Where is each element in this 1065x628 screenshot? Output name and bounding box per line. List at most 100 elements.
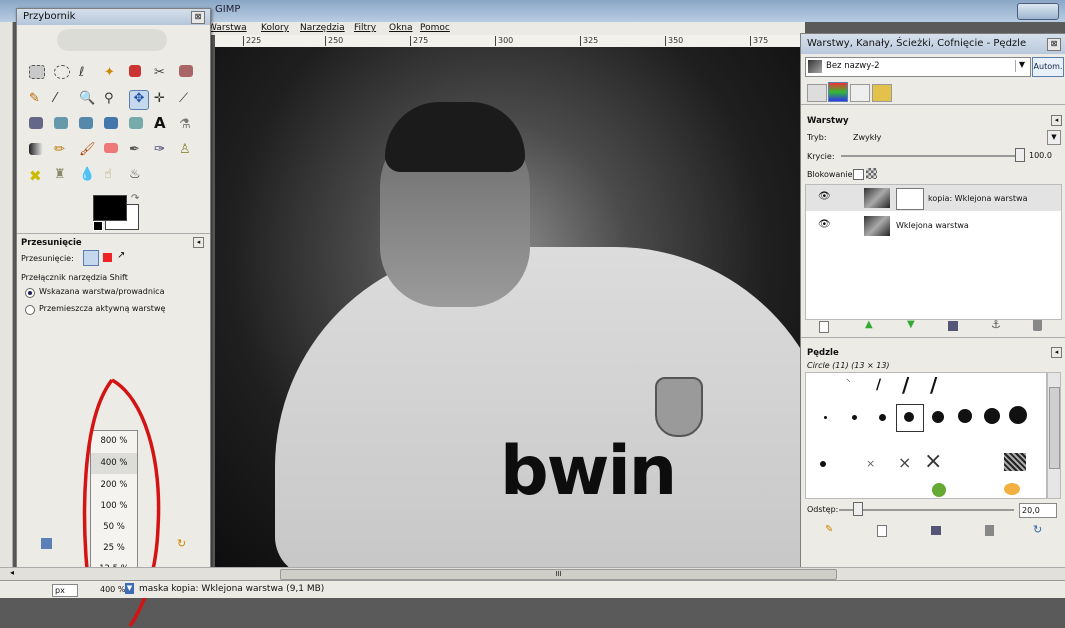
brush-preview[interactable] <box>852 415 857 420</box>
brush-preview[interactable] <box>1009 406 1027 424</box>
image-canvas[interactable]: bwin <box>215 47 805 567</box>
brush-preview[interactable]: × <box>866 457 875 470</box>
menu-filtry[interactable]: Filtry <box>354 23 376 33</box>
refresh-brushes-icon[interactable]: ↻ <box>1033 523 1042 536</box>
bucket-fill-icon[interactable]: ⚗ <box>179 117 197 135</box>
new-brush-icon[interactable] <box>877 525 887 537</box>
menu-narzedzia[interactable]: Narzędzia <box>300 23 345 33</box>
brush-preview[interactable] <box>904 412 914 422</box>
duplicate-layer-icon[interactable] <box>948 321 958 331</box>
chevron-down-icon[interactable]: ▼ <box>1047 130 1061 145</box>
crop-icon[interactable]: ⟋ <box>179 91 197 109</box>
brush-scrollbar[interactable] <box>1047 372 1061 499</box>
foreground-color-swatch[interactable] <box>93 195 127 221</box>
move-selection-mode-icon[interactable] <box>103 253 112 262</box>
flip-icon[interactable] <box>129 117 143 129</box>
radio-active-layer[interactable] <box>25 305 35 315</box>
eye-icon[interactable]: 👁 <box>818 191 831 202</box>
brush-preview[interactable]: ⸌ <box>846 375 851 388</box>
image-selector[interactable]: Bez nazwy-2 ▼ <box>805 57 1031 77</box>
brush-grid[interactable]: ⸌ / / / × × × <box>805 372 1047 499</box>
dodge-burn-icon[interactable]: ♨ <box>129 167 147 185</box>
smudge-icon[interactable]: ☝ <box>104 167 122 185</box>
brush-preview[interactable] <box>932 411 944 423</box>
reset-options-icon[interactable]: ↻ <box>177 537 186 550</box>
menu-warstwa[interactable]: Warstwa <box>208 23 247 33</box>
lower-layer-icon[interactable]: ▼ <box>907 319 915 330</box>
window-controls[interactable] <box>1017 3 1059 20</box>
panel-menu-icon[interactable]: ◂ <box>1051 347 1062 358</box>
paths-icon[interactable]: ✎ <box>29 91 47 109</box>
spacing-value[interactable]: 20,0 <box>1019 503 1057 518</box>
pencil-icon[interactable]: ✏ <box>54 142 72 160</box>
lock-pixels-checkbox[interactable] <box>853 169 864 180</box>
ellipse-select-icon[interactable] <box>54 65 70 79</box>
text-tool-icon[interactable]: A <box>154 114 172 132</box>
measure-icon[interactable]: ⚲ <box>104 91 122 109</box>
default-colors-icon[interactable] <box>93 221 103 231</box>
paintbrush-icon[interactable]: 🖌 <box>79 142 97 160</box>
move-path-mode-icon[interactable]: ↗ <box>117 250 125 261</box>
airbrush-icon[interactable]: ✒ <box>129 142 147 160</box>
layer-row[interactable]: 👁 Wklejona warstwa <box>806 213 1061 239</box>
align-icon[interactable]: ✛ <box>154 91 172 109</box>
tab-undo-icon[interactable] <box>872 84 892 102</box>
close-icon[interactable]: ⊠ <box>1047 38 1061 51</box>
foreground-select-icon[interactable] <box>179 65 193 77</box>
delete-layer-icon[interactable] <box>1033 320 1042 331</box>
brush-preview[interactable] <box>984 408 1000 424</box>
close-icon[interactable]: ⊠ <box>191 11 205 24</box>
blend-icon[interactable] <box>29 143 43 155</box>
opacity-slider-handle[interactable] <box>1015 148 1025 162</box>
blur-icon[interactable]: 💧 <box>79 167 97 185</box>
scroll-left-icon[interactable]: ◂ <box>10 568 14 577</box>
edit-brush-icon[interactable]: ✎ <box>825 524 833 535</box>
tab-channels-icon[interactable] <box>828 82 848 102</box>
clone-icon[interactable]: ♙ <box>179 142 197 160</box>
menu-okna[interactable]: Okna <box>389 23 413 33</box>
opacity-value[interactable]: 100.0 <box>1029 151 1052 160</box>
menu-pomoc[interactable]: Pomoc <box>420 23 450 33</box>
scale-icon[interactable] <box>54 117 68 129</box>
color-picker-icon[interactable]: ⁄ <box>54 91 72 109</box>
perspective-clone-icon[interactable]: ♜ <box>54 167 72 185</box>
eraser-icon[interactable] <box>104 143 118 153</box>
new-layer-icon[interactable] <box>819 321 829 333</box>
brush-preview[interactable]: × <box>924 449 942 474</box>
delete-brush-icon[interactable] <box>985 525 994 536</box>
brush-preview[interactable]: / <box>902 373 909 397</box>
chevron-down-icon[interactable]: ▼ <box>125 583 134 594</box>
lasso-icon[interactable]: ℓ <box>79 65 97 83</box>
save-options-icon[interactable] <box>41 538 52 549</box>
layer-row[interactable]: 👁 kopia: Wklejona warstwa <box>806 185 1061 211</box>
rotate-icon[interactable] <box>29 117 43 129</box>
panel-menu-icon[interactable]: ◂ <box>193 237 204 248</box>
raise-layer-icon[interactable]: ▲ <box>865 319 873 330</box>
anchor-layer-icon[interactable]: ⚓ <box>991 318 1001 331</box>
zoom-value[interactable]: 400 % <box>100 585 125 594</box>
fuzzy-select-icon[interactable]: ✦ <box>104 65 122 83</box>
ink-icon[interactable]: ✑ <box>154 142 172 160</box>
spacing-slider-handle[interactable] <box>853 502 863 516</box>
brush-preview[interactable] <box>932 483 946 497</box>
chevron-down-icon[interactable]: ▼ <box>1015 60 1028 72</box>
swap-colors-icon[interactable]: ↷ <box>131 193 139 204</box>
brush-preview[interactable] <box>958 409 972 423</box>
color-select-icon[interactable] <box>129 65 141 77</box>
brush-preview[interactable] <box>1004 483 1020 495</box>
menu-kolory[interactable]: Kolory <box>261 23 289 33</box>
brush-preview[interactable] <box>1004 453 1026 471</box>
brush-preview[interactable] <box>879 414 886 421</box>
heal-icon[interactable]: ✖ <box>29 167 47 185</box>
tab-layers-icon[interactable] <box>807 84 827 102</box>
brush-preview[interactable]: / <box>876 377 881 393</box>
brush-preview[interactable]: × <box>898 453 911 472</box>
zoom-icon[interactable]: 🔍 <box>79 91 97 109</box>
tab-paths-icon[interactable] <box>850 84 870 102</box>
duplicate-brush-icon[interactable] <box>931 526 941 535</box>
move-layer-mode-icon[interactable] <box>83 250 99 266</box>
move-tool-icon[interactable]: ✥ <box>129 90 149 110</box>
layer-mask-thumbnail[interactable] <box>896 188 924 210</box>
shear-icon[interactable] <box>79 117 93 129</box>
brush-preview[interactable] <box>824 416 827 419</box>
